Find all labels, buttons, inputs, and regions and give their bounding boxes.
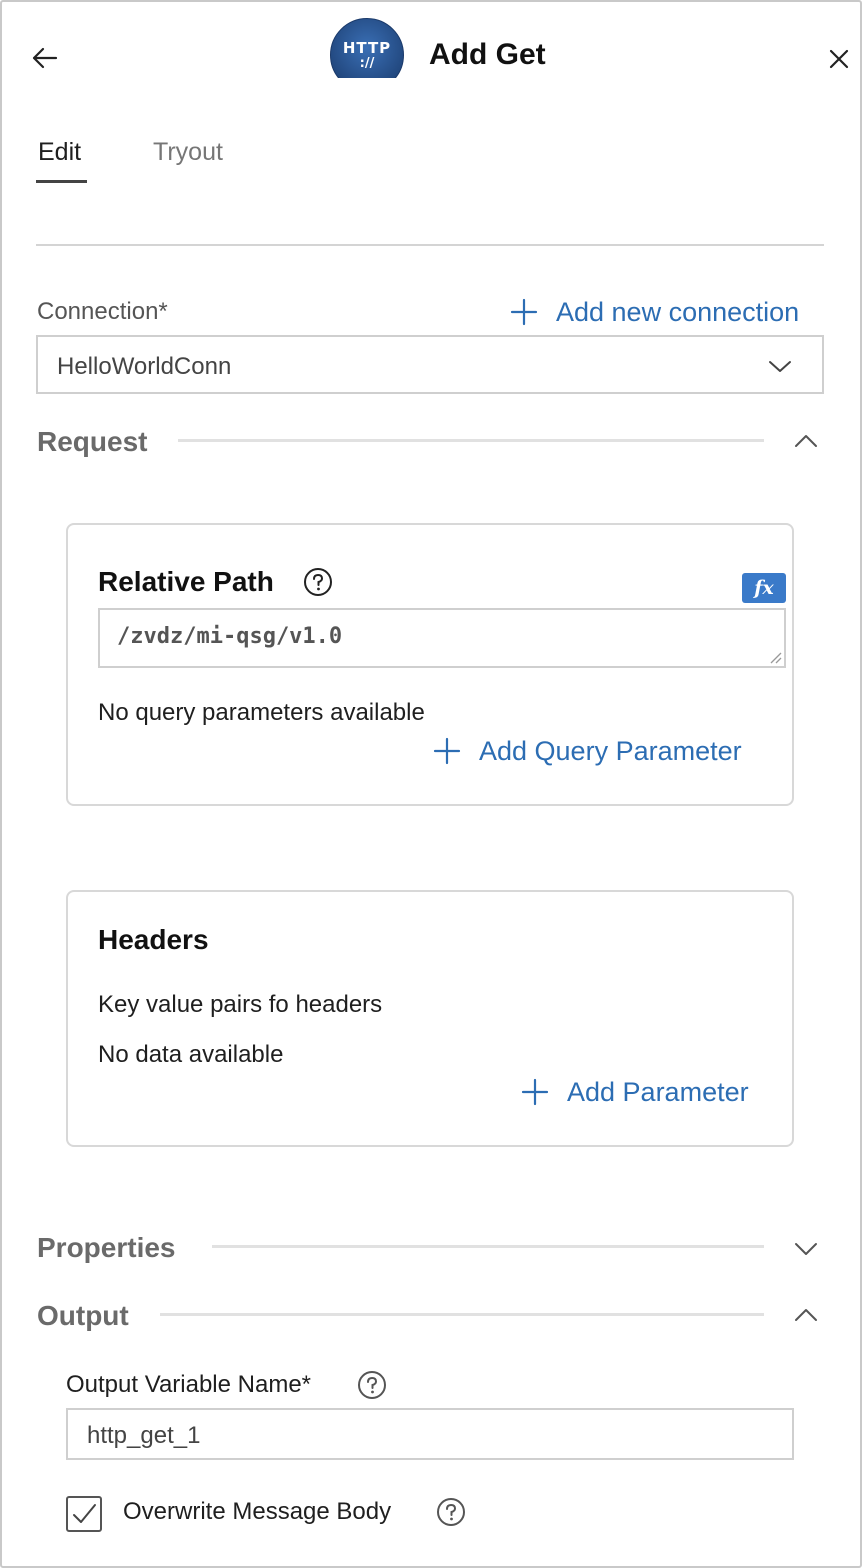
- relative-path-value: /zvdz/mi-qsg/v1.0: [117, 624, 343, 649]
- add-new-connection-label: Add new connection: [556, 296, 800, 327]
- connection-select[interactable]: HelloWorldConn: [36, 335, 824, 394]
- active-tab-indicator: [36, 180, 87, 183]
- tab-edit[interactable]: Edit: [38, 138, 81, 167]
- request-section-title: Request: [37, 426, 148, 457]
- chevron-up-icon: [795, 435, 817, 447]
- output-collapse-toggle[interactable]: [791, 1300, 821, 1330]
- output-section-title: Output: [37, 1300, 129, 1331]
- chevron-up-icon: [795, 1309, 817, 1321]
- tab-tryout[interactable]: Tryout: [153, 138, 223, 167]
- fx-expression-button[interactable]: fx: [742, 573, 786, 603]
- logo-text-slashes: ://: [359, 56, 375, 71]
- page-title: Add Get: [429, 38, 546, 71]
- http-connector-logo: HTTP ://: [330, 18, 406, 78]
- close-icon[interactable]: [820, 40, 858, 78]
- question-circle-icon: [358, 1371, 386, 1399]
- resize-grip-icon[interactable]: [768, 650, 782, 664]
- chevron-down-icon: [795, 1243, 817, 1255]
- output-variable-label: Output Variable Name*: [66, 1371, 312, 1398]
- overwrite-message-body-checkbox[interactable]: [66, 1496, 102, 1532]
- question-circle-icon: [304, 568, 332, 596]
- plus-icon: [521, 1078, 549, 1106]
- relative-path-title: Relative Path: [98, 566, 274, 597]
- overwrite-help-icon[interactable]: [436, 1497, 466, 1527]
- plus-icon: [510, 298, 538, 326]
- request-collapse-toggle[interactable]: [791, 426, 821, 456]
- add-parameter-link[interactable]: Add Parameter: [521, 1074, 749, 1110]
- request-section-divider: [178, 439, 764, 442]
- relative-path-help-icon[interactable]: [303, 567, 333, 597]
- add-query-parameter-link[interactable]: Add Query Parameter: [433, 733, 742, 769]
- add-query-parameter-label: Add Query Parameter: [479, 735, 742, 766]
- properties-section-divider: [212, 1245, 764, 1248]
- headers-empty-text: No data available: [98, 1041, 284, 1068]
- back-arrow-icon[interactable]: [24, 38, 64, 78]
- connection-selected-value: HelloWorldConn: [57, 353, 232, 380]
- properties-expand-toggle[interactable]: [791, 1234, 821, 1264]
- no-query-params-text: No query parameters available: [98, 699, 425, 726]
- logo-text-http: HTTP: [342, 39, 392, 57]
- overwrite-message-body-label: Overwrite Message Body: [123, 1498, 392, 1525]
- output-variable-input[interactable]: http_get_1: [66, 1408, 794, 1460]
- properties-section-title: Properties: [37, 1232, 176, 1263]
- add-parameter-label: Add Parameter: [567, 1076, 749, 1107]
- relative-path-input[interactable]: /zvdz/mi-qsg/v1.0: [98, 608, 786, 668]
- question-circle-icon: [437, 1498, 465, 1526]
- connection-label: Connection*: [37, 298, 168, 325]
- checkmark-icon: [73, 1504, 96, 1523]
- tabs-divider: [36, 244, 824, 246]
- plus-icon: [433, 737, 461, 765]
- add-new-connection-link[interactable]: Add new connection: [510, 294, 799, 330]
- output-variable-value: http_get_1: [87, 1422, 201, 1449]
- headers-description: Key value pairs fo headers: [98, 991, 383, 1018]
- output-section-divider: [160, 1313, 764, 1316]
- chevron-down-icon: [769, 361, 791, 372]
- add-get-panel: HTTP :// Add Get Edit Tryout Connection*…: [0, 0, 862, 1568]
- output-variable-help-icon[interactable]: [357, 1370, 387, 1400]
- headers-title: Headers: [98, 924, 209, 955]
